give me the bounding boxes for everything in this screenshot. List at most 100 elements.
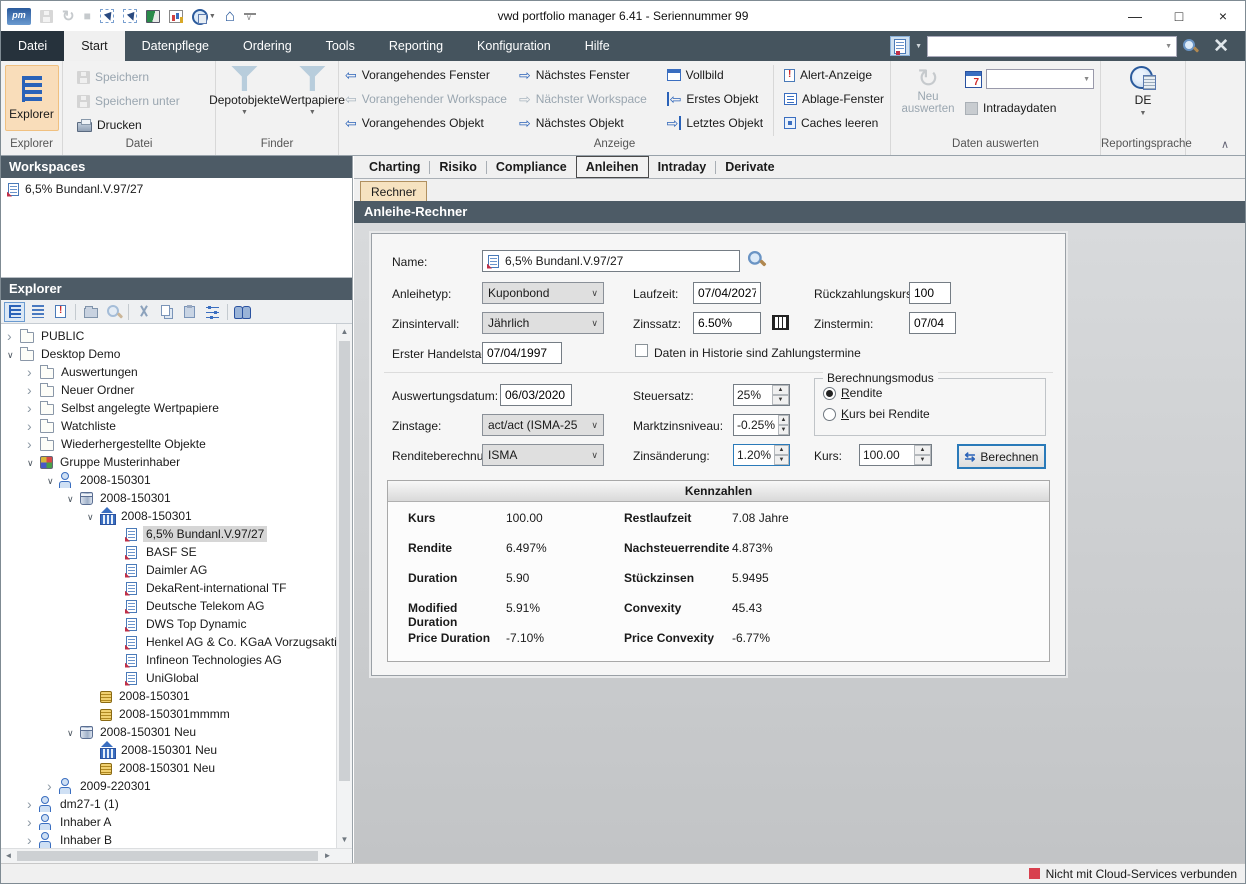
expander-icon[interactable] — [47, 777, 58, 796]
print-button[interactable]: Drucken — [71, 113, 215, 137]
anleihetyp-select[interactable]: Kuponbond ∨ — [482, 282, 604, 304]
zinstermin-input[interactable] — [909, 312, 956, 334]
spin-up-icon[interactable]: ▲ — [778, 415, 789, 425]
expander-icon[interactable] — [67, 489, 78, 508]
spin-down-icon[interactable]: ▼ — [914, 455, 931, 465]
tree-item[interactable]: 2008-150301 — [1, 507, 352, 525]
clear-caches-button[interactable]: Caches leeren — [778, 111, 890, 135]
expander-icon[interactable] — [7, 345, 18, 364]
scrollbar-thumb[interactable] — [17, 851, 318, 861]
tab-anleihen[interactable]: Anleihen — [576, 156, 649, 178]
reporting-language-button[interactable]: DE — [1135, 93, 1152, 107]
dropdown-arrow-icon[interactable]: ▼ — [209, 13, 216, 20]
chevron-down-icon[interactable]: ▼ — [915, 43, 922, 50]
cut-button[interactable] — [133, 302, 154, 322]
menu-tab-datei[interactable]: Datei — [1, 31, 64, 61]
expander-icon[interactable] — [27, 435, 38, 454]
menu-tab-reporting[interactable]: Reporting — [372, 31, 460, 61]
maximize-button[interactable]: □ — [1157, 1, 1201, 31]
tree-item[interactable]: UniGlobal — [1, 669, 352, 687]
spin-up-icon[interactable]: ▲ — [914, 445, 931, 455]
tree-item[interactable]: 2008-150301 — [1, 687, 352, 705]
zinssatz-input[interactable] — [693, 312, 761, 334]
zinsintervall-select[interactable]: Jährlich ∨ — [482, 312, 604, 334]
click-mode-icon[interactable] — [100, 9, 114, 23]
auswertungsdatum-input[interactable] — [500, 384, 572, 406]
alert-document-button[interactable] — [50, 302, 71, 322]
tree-item[interactable]: 2008-150301 — [1, 489, 352, 507]
next-object-button[interactable]: ⇨ Nächstes Objekt — [513, 111, 661, 135]
expander-icon[interactable] — [27, 417, 38, 436]
expander-icon[interactable] — [67, 723, 78, 742]
zinstage-select[interactable]: act/act (ISMA-25 ∨ — [482, 414, 604, 436]
menu-tab-konfiguration[interactable]: Konfiguration — [460, 31, 568, 61]
horizontal-scrollbar[interactable]: ◄ ► — [1, 848, 352, 863]
vertical-scrollbar[interactable]: ▲ ▼ — [336, 324, 352, 848]
chart-flag-icon[interactable] — [169, 10, 183, 23]
alert-display-button[interactable]: Alert-Anzeige — [778, 63, 890, 87]
tree-item[interactable]: Neuer Ordner — [1, 381, 352, 399]
chevron-down-icon[interactable]: ▼ — [1140, 110, 1147, 117]
save-as-button[interactable]: Speichern unter — [71, 89, 215, 113]
tab-risiko[interactable]: Risiko — [430, 157, 486, 177]
historie-checkbox[interactable] — [635, 344, 648, 357]
prev-workspace-button[interactable]: ⇦ Vorangehender Workspace — [339, 87, 513, 111]
tree-item[interactable]: 2008-150301 Neu — [1, 741, 352, 759]
chevron-down-icon[interactable]: ▼ — [1083, 76, 1090, 83]
close-button[interactable]: × — [1201, 1, 1245, 31]
tree-item[interactable]: Inhaber A — [1, 813, 352, 831]
tree-item[interactable]: 2008-150301mmmm — [1, 705, 352, 723]
search-security-icon[interactable] — [747, 250, 765, 268]
intraday-checkbox[interactable] — [965, 102, 978, 115]
spin-up-icon[interactable]: ▲ — [774, 445, 789, 455]
scrollbar-thumb[interactable] — [339, 341, 350, 781]
tab-intraday[interactable]: Intraday — [649, 157, 716, 177]
radio-button-icon[interactable] — [823, 387, 836, 400]
tab-charting[interactable]: Charting — [360, 157, 429, 177]
rueckzahlungskurs-input[interactable] — [909, 282, 951, 304]
tab-derivate[interactable]: Derivate — [716, 157, 783, 177]
tree-item[interactable]: Selbst angelegte Wertpapiere — [1, 399, 352, 417]
name-field[interactable]: 6,5% Bundanl.V.97/27 — [482, 250, 740, 272]
spin-down-icon[interactable]: ▼ — [772, 395, 789, 405]
tree-item[interactable]: BASF SE — [1, 543, 352, 561]
menu-tab-hilfe[interactable]: Hilfe — [568, 31, 627, 61]
tree-item[interactable]: dm27-1 (1) — [1, 795, 352, 813]
chevron-down-icon[interactable]: ▼ — [1165, 43, 1172, 50]
zinsaenderung-spinner[interactable]: 1.20% ▲▼ — [733, 444, 790, 466]
paste-button[interactable] — [179, 302, 200, 322]
workspace-item[interactable]: 6,5% Bundanl.V.97/27 — [1, 178, 352, 200]
home-icon[interactable] — [225, 6, 235, 26]
expander-icon[interactable] — [27, 381, 38, 400]
last-object-button[interactable]: ⇨ Letztes Objekt — [661, 111, 769, 135]
reevaluate-button[interactable]: Neu auswerten — [891, 61, 965, 138]
close-search-icon[interactable]: ✕ — [1203, 35, 1239, 58]
next-window-button[interactable]: ⇨ Nächstes Fenster — [513, 63, 661, 87]
tree-item[interactable]: 2008-150301 — [1, 471, 352, 489]
save-button[interactable]: Speichern — [71, 65, 215, 89]
evaluation-date-combobox[interactable]: ▼ — [986, 69, 1094, 89]
prev-object-button[interactable]: ⇦ Vorangehendes Objekt — [339, 111, 513, 135]
tree-item[interactable]: PUBLIC — [1, 327, 352, 345]
tree-view-button[interactable] — [4, 302, 25, 322]
expander-icon[interactable] — [7, 327, 18, 346]
radio-rendite[interactable]: Rendite — [823, 386, 1045, 400]
search-icon[interactable] — [1182, 38, 1198, 54]
spin-down-icon[interactable]: ▼ — [778, 425, 789, 435]
tree-item[interactable]: Gruppe Musterinhaber — [1, 453, 352, 471]
redo-icon[interactable] — [62, 7, 75, 25]
tab-rechner[interactable]: Rechner — [360, 181, 427, 201]
tree-item[interactable]: Inhaber B — [1, 831, 352, 848]
stop-icon[interactable] — [84, 9, 91, 23]
scroll-up-icon[interactable]: ▲ — [337, 324, 352, 340]
spin-down-icon[interactable]: ▼ — [774, 455, 789, 465]
renditeberechnung-select[interactable]: ISMA ∨ — [482, 444, 604, 466]
search-button[interactable] — [103, 302, 124, 322]
copy-button[interactable] — [156, 302, 177, 322]
tree-item[interactable]: Watchliste — [1, 417, 352, 435]
wertpapiere-button[interactable]: Wertpapiere ▼ — [280, 61, 345, 138]
tab-compliance[interactable]: Compliance — [487, 157, 576, 177]
tree-item-selected[interactable]: 6,5% Bundanl.V.97/27 — [1, 525, 352, 543]
radio-kurs-bei-rendite[interactable]: Kurs bei Rendite — [823, 407, 1045, 421]
tree-item[interactable]: 2008-150301 Neu — [1, 759, 352, 777]
